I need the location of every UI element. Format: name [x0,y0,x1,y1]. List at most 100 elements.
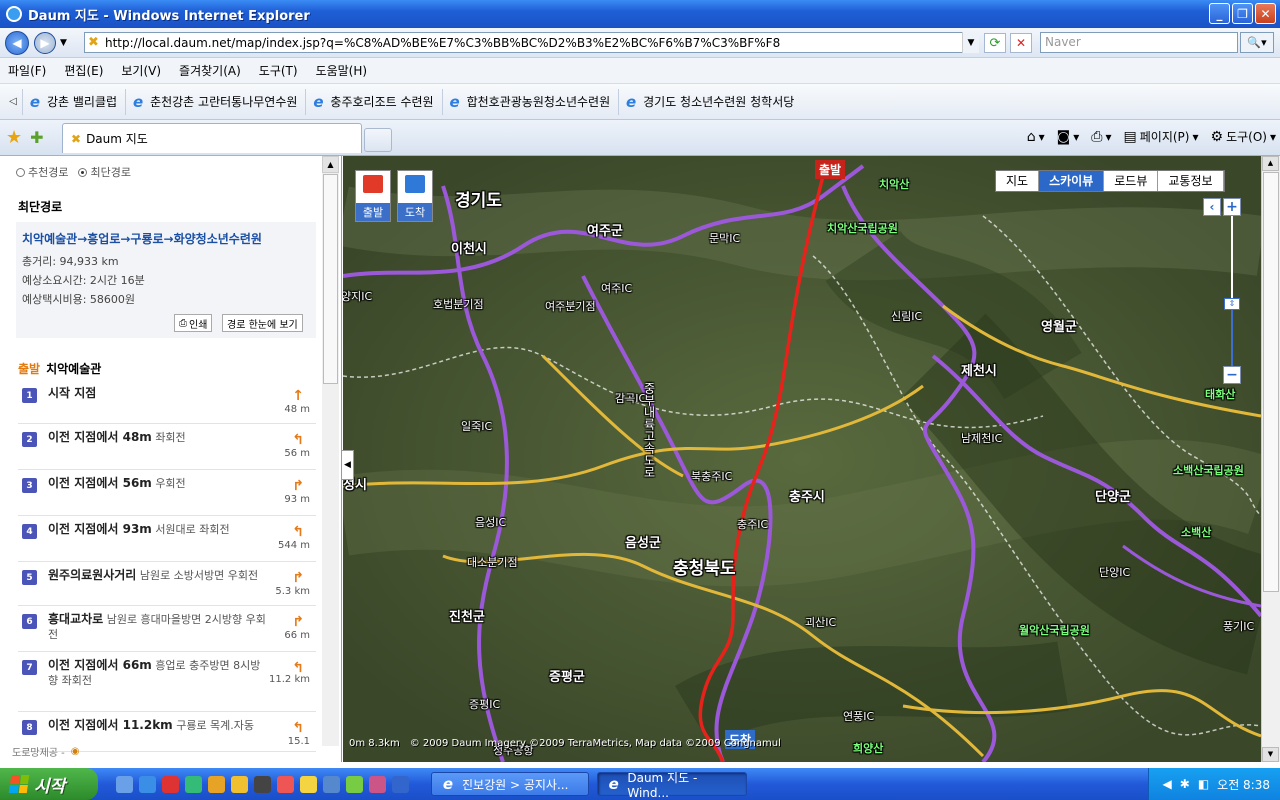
scroll-up-icon[interactable]: ▲ [1262,156,1279,171]
quicklaunch-app-icon[interactable] [231,775,248,793]
feeds-button[interactable]: ◙ ▾ [1057,129,1080,145]
ie-icon: e [132,92,144,111]
task-jinbo-gangwon[interactable]: e 진보강원 > 공지사... [431,772,589,796]
print-button[interactable]: ⎙ 인쇄 [174,314,213,332]
map-type-1[interactable]: 스카이뷰 [1039,171,1105,191]
step-bold-text: 원주의료원사거리 [48,568,137,582]
quicklaunch-app-icon[interactable] [323,775,340,793]
close-button[interactable]: ✕ [1255,3,1276,24]
end-flag-icon [405,175,425,193]
link-item-1[interactable]: e 춘천강촌 고란터통나무연수원 [125,88,305,115]
link-item-0[interactable]: e 강촌 밸리클럽 [22,88,125,115]
add-favorite-icon[interactable]: ✚ [30,128,43,147]
scroll-down-icon[interactable]: ▼ [1262,747,1279,762]
step-bold-text: 이전 지점에서 11.2km [48,718,173,732]
zoom-slider-knob[interactable]: ⇕ [1224,298,1240,310]
menu-item-0[interactable]: 파일(F) [8,62,46,79]
page-menu-button[interactable]: ▤ 페이지(P) ▾ [1124,128,1199,145]
route-scrollbar[interactable]: ▲ [322,156,339,746]
address-dropdown-icon[interactable]: ▼ [962,32,979,53]
pan-left-button[interactable]: ‹ [1203,198,1221,216]
bluetooth-icon[interactable]: ✱ [1180,777,1190,791]
start-flag-button[interactable]: 출발 [355,170,391,222]
tab-daum-map[interactable]: ✖ Daum 지도 [62,123,362,153]
search-input[interactable]: Naver [1040,32,1238,53]
quicklaunch-app-icon[interactable] [185,775,202,793]
map-view[interactable]: 출발 도착 출발 도착 경기도 충청북도 이천시 여주군 여주IC 문막IC 양지IC 호법분… [343,156,1261,762]
history-dropdown-icon[interactable]: ▼ [60,38,67,48]
scroll-up-icon[interactable]: ▲ [322,156,339,173]
quicklaunch-ie-icon[interactable] [139,775,156,793]
map-label: 월악산국립공원 [1019,624,1090,637]
tray-expand-icon[interactable]: ◀ [1163,777,1172,791]
menu-item-5[interactable]: 도움말(H) [316,62,368,79]
back-button[interactable]: ◀ [5,30,29,55]
quicklaunch-app-icon[interactable] [346,775,363,793]
quicklaunch-app-icon[interactable] [208,775,225,793]
home-button[interactable]: ⌂ ▾ [1027,129,1045,145]
network-icon[interactable]: ◧ [1198,777,1209,791]
route-step[interactable]: 3 이전 지점에서 56m 우회전 ↱ 93 m [18,470,316,516]
menu-item-4[interactable]: 도구(T) [259,62,298,79]
maximize-button[interactable]: ❐ [1232,3,1253,24]
route-step[interactable]: 5 원주의료원사거리 남원로 소방서방면 우회전 ↱ 5.3 km [18,562,316,606]
task-daum-map[interactable]: e Daum 지도 - Wind... [597,771,747,800]
route-step[interactable]: 7 이전 지점에서 66m 흥업로 충주방면 8시방향 좌회전 ↰ 11.2 km [18,652,316,712]
quicklaunch-app-icon[interactable] [162,775,179,793]
zoom-out-button[interactable]: − [1223,366,1241,384]
scroll-thumb[interactable] [1263,172,1279,592]
quicklaunch-app-icon[interactable] [300,775,317,793]
start-marker[interactable]: 출발 [815,160,846,179]
total-distance: 총거리: 94,933 km [22,255,119,268]
page-scrollbar[interactable]: ▲ ▼ [1261,156,1280,762]
address-field[interactable]: ✖ http://local.daum.net/map/index.jsp?q=… [84,32,978,53]
print-toolbar-button[interactable]: ⎙ ▾ [1091,129,1111,145]
map-label: 치악산 [879,178,910,191]
new-tab-button[interactable] [364,128,392,152]
quicklaunch-app-icon[interactable] [392,775,409,793]
zoom-in-button[interactable]: + [1223,198,1241,216]
links-chevron-icon[interactable]: ◁ [4,96,22,107]
map-type-0[interactable]: 지도 [996,171,1040,191]
ie-app-icon [6,6,22,22]
map-type-3[interactable]: 교통정보 [1158,171,1224,191]
route-step[interactable]: 1 시작 지점 ↑ 48 m [18,380,316,424]
route-overview-button[interactable]: 경로 한눈에 보기 [222,314,303,332]
step-number: 2 [22,432,37,447]
map-type-2[interactable]: 로드뷰 [1104,171,1159,191]
map-label: 문막IC [709,232,741,245]
quicklaunch-app-icon[interactable] [369,775,386,793]
favorites-star-icon[interactable]: ★ [6,127,22,148]
quicklaunch-desktop-icon[interactable] [116,775,133,793]
map-label: 대소분기점 [467,556,518,569]
end-flag-button[interactable]: 도착 [397,170,433,222]
stop-button[interactable]: ✕ [1010,33,1032,53]
tools-menu-button[interactable]: ⚙ 도구(O) ▾ [1211,128,1276,145]
route-step[interactable]: 4 이전 지점에서 93m 서원대로 좌회전 ↰ 544 m [18,516,316,562]
route-path[interactable]: 치악예술관→흥업로→구룡로→화양청소년수련원 [22,230,262,247]
link-item-4[interactable]: e 경기도 청소년수련원 청학서당 [618,88,802,115]
turn-arrow-icon: ↑ [292,388,304,404]
link-item-3[interactable]: e 합천호관광농원청소년수련원 [441,88,619,115]
map-label: 신림IC [891,310,923,323]
start-button[interactable]: 시작 [0,768,98,800]
minimize-button[interactable]: _ [1209,3,1230,24]
radio-shortest-route[interactable]: 최단경로 [78,164,131,180]
clock[interactable]: 오전 8:38 [1217,776,1270,793]
menu-item-2[interactable]: 보기(V) [121,62,161,79]
menu-item-1[interactable]: 편집(E) [64,62,103,79]
forward-button[interactable]: ▶ [34,31,56,54]
route-step[interactable]: 6 흥대교차로 남원로 흥대마을방면 2시방향 우회전 ↱ 66 m [18,606,316,652]
quicklaunch-app-icon[interactable] [277,775,294,793]
search-button[interactable]: 🔍▾ [1240,32,1274,53]
link-label: 강촌 밸리클럽 [47,95,118,109]
refresh-button[interactable]: ⟳ [984,33,1006,53]
link-item-2[interactable]: e 충주호리조트 수련원 [305,88,441,115]
menu-item-3[interactable]: 즐겨찾기(A) [179,62,241,79]
collapse-panel-button[interactable]: ◀ [342,450,354,480]
route-step[interactable]: 2 이전 지점에서 48m 좌회전 ↰ 56 m [18,424,316,470]
radio-recommended-route[interactable]: 추천경로 [16,164,68,180]
scroll-thumb[interactable] [323,174,338,384]
quicklaunch-app-icon[interactable] [254,775,271,793]
zoom-slider[interactable]: ⇕ [1223,216,1241,366]
